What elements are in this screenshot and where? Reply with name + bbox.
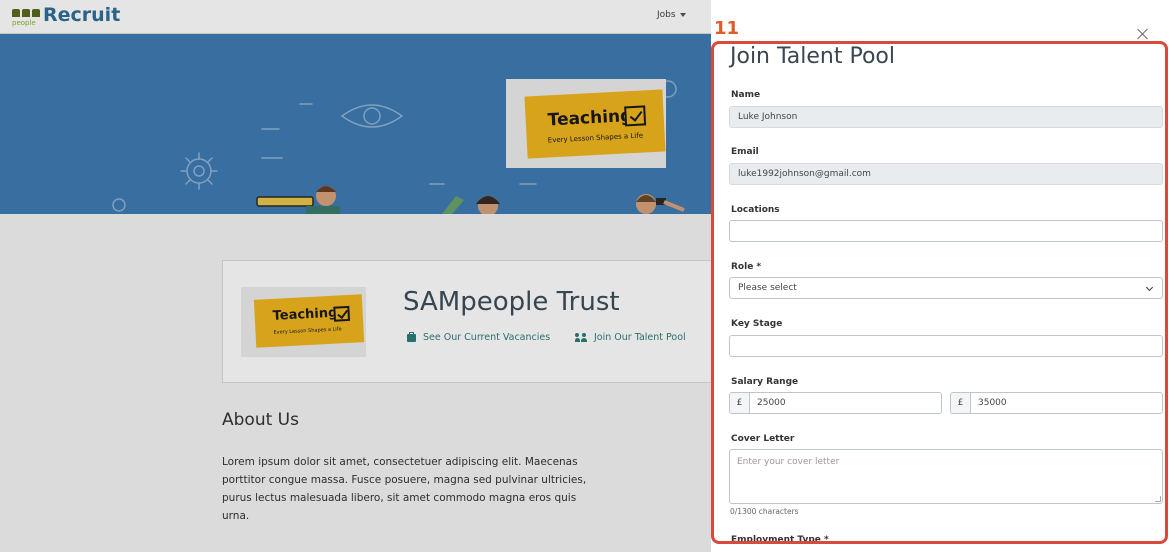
close-icon[interactable] <box>1136 27 1150 41</box>
resize-handle-icon[interactable] <box>1155 496 1161 502</box>
locations-input[interactable] <box>729 220 1163 242</box>
step-number: 11 <box>714 18 740 39</box>
role-select[interactable]: Please select <box>729 277 1163 299</box>
employment-type-label: Employment Type * <box>731 535 829 544</box>
cover-letter-textarea[interactable]: Enter your cover letter <box>729 449 1163 504</box>
email-label: Email <box>731 147 759 157</box>
salary-range-label: Salary Range <box>731 377 799 387</box>
chevron-down-icon <box>1145 283 1154 292</box>
drawer-title: Join Talent Pool <box>730 44 895 69</box>
key-stage-label: Key Stage <box>731 319 783 329</box>
key-stage-input[interactable] <box>729 335 1163 357</box>
character-count: 0/1300 characters <box>730 507 799 516</box>
name-input[interactable]: Luke Johnson <box>729 106 1163 128</box>
cover-letter-placeholder: Enter your cover letter <box>737 457 840 467</box>
salary-min-value: 25000 <box>757 398 786 408</box>
talent-pool-drawer: 11 Join Talent Pool Name Luke Johnson Em… <box>711 0 1175 552</box>
salary-max-input[interactable]: £ 35000 <box>950 392 1163 414</box>
modal-backdrop[interactable] <box>0 0 711 552</box>
locations-label: Locations <box>731 205 780 215</box>
currency-prefix: £ <box>730 393 750 413</box>
highlight-frame: Join Talent Pool Name Luke Johnson Email… <box>711 41 1168 544</box>
cover-letter-label: Cover Letter <box>731 434 795 444</box>
salary-min-input[interactable]: £ 25000 <box>729 392 942 414</box>
role-select-value: Please select <box>738 283 797 293</box>
salary-max-value: 35000 <box>978 398 1007 408</box>
currency-prefix: £ <box>951 393 971 413</box>
careers-page: people Recruit Jobs Teaching Every Lesso… <box>0 0 711 552</box>
name-label: Name <box>731 90 761 100</box>
email-input[interactable]: luke1992johnson@gmail.com <box>729 163 1163 185</box>
role-label: Role * <box>731 262 762 272</box>
